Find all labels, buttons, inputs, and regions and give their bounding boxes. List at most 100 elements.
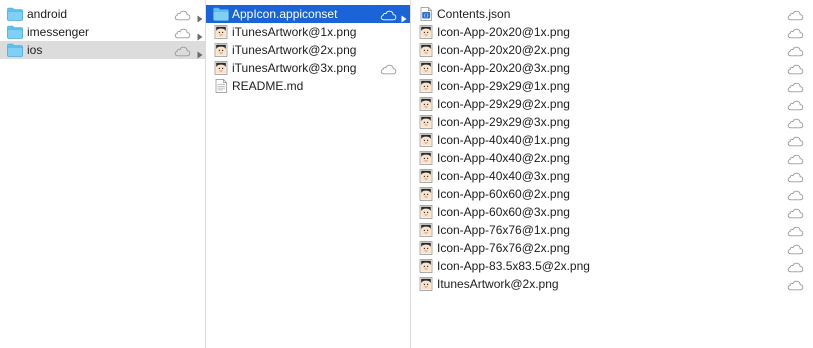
column-3-list: {} Contents.json Icon-App-20x20@1x.png I… — [411, 0, 813, 293]
item-label: Icon-App-29x29@1x.png — [437, 79, 570, 93]
item-label: README.md — [232, 79, 304, 93]
file-row[interactable]: Icon-App-29x29@1x.png — [411, 77, 813, 95]
disclosure-chevron-icon — [197, 28, 203, 41]
image-thumbnail-icon — [418, 277, 434, 291]
item-label: Icon-App-83.5x83.5@2x.png — [437, 259, 590, 273]
image-thumbnail-icon — [213, 25, 229, 39]
image-thumbnail-icon — [418, 151, 434, 165]
folder-row[interactable]: android — [0, 5, 205, 23]
icloud-status-icon — [787, 224, 804, 237]
disclosure-chevron-icon — [401, 10, 407, 23]
icloud-status-icon — [787, 116, 804, 129]
icloud-status-icon — [787, 134, 804, 147]
icloud-status-icon — [787, 278, 804, 291]
icloud-status-icon — [787, 188, 804, 201]
icloud-status-icon — [174, 44, 191, 57]
image-thumbnail-icon — [418, 259, 434, 273]
image-thumbnail-icon — [418, 187, 434, 201]
icloud-status-icon — [174, 8, 191, 21]
image-thumbnail-icon — [213, 43, 229, 57]
item-label: Icon-App-20x20@3x.png — [437, 61, 570, 75]
item-label: ItunesArtwork@2x.png — [437, 277, 559, 291]
file-row[interactable]: Icon-App-60x60@2x.png — [411, 185, 813, 203]
item-label: Icon-App-60x60@3x.png — [437, 205, 570, 219]
file-row[interactable]: iTunesArtwork@2x.png — [206, 41, 410, 59]
item-label: Icon-App-76x76@2x.png — [437, 241, 570, 255]
finder-column-browser: android imessenger ios AppIcon.appiconse… — [0, 0, 813, 348]
column-1-list: android imessenger ios — [0, 0, 205, 59]
image-thumbnail-icon — [418, 223, 434, 237]
image-thumbnail-icon — [418, 61, 434, 75]
json-document-icon: {} — [418, 7, 434, 21]
image-thumbnail-icon — [418, 205, 434, 219]
image-thumbnail-icon — [418, 97, 434, 111]
file-row[interactable]: iTunesArtwork@1x.png — [206, 23, 410, 41]
image-thumbnail-icon — [418, 25, 434, 39]
icloud-status-icon — [787, 8, 804, 21]
icloud-status-icon — [787, 170, 804, 183]
column-2-list: AppIcon.appiconset iTunesArtwork@1x.png … — [206, 0, 410, 95]
item-label: AppIcon.appiconset — [232, 7, 338, 21]
folder-icon — [7, 25, 23, 39]
file-row[interactable]: {} Contents.json — [411, 5, 813, 23]
svg-text:{}: {} — [424, 13, 430, 19]
image-thumbnail-icon — [418, 169, 434, 183]
icloud-status-icon — [787, 26, 804, 39]
disclosure-chevron-icon — [197, 46, 203, 59]
icloud-status-icon — [787, 44, 804, 57]
folder-row[interactable]: imessenger — [0, 23, 205, 41]
column-3[interactable]: {} Contents.json Icon-App-20x20@1x.png I… — [411, 0, 813, 348]
item-label: iTunesArtwork@3x.png — [232, 61, 357, 75]
disclosure-chevron-icon — [197, 10, 203, 23]
file-row[interactable]: iTunesArtwork@3x.png — [206, 59, 410, 77]
file-row[interactable]: Icon-App-29x29@2x.png — [411, 95, 813, 113]
icloud-status-icon — [380, 62, 397, 75]
icloud-status-icon — [174, 26, 191, 39]
icloud-status-icon — [787, 62, 804, 75]
image-thumbnail-icon — [213, 61, 229, 75]
file-row[interactable]: Icon-App-83.5x83.5@2x.png — [411, 257, 813, 275]
image-thumbnail-icon — [418, 133, 434, 147]
folder-row[interactable]: ios — [0, 41, 205, 59]
item-label: Icon-App-20x20@2x.png — [437, 43, 570, 57]
item-label: Icon-App-29x29@3x.png — [437, 115, 570, 129]
text-document-icon — [213, 79, 229, 93]
image-thumbnail-icon — [418, 115, 434, 129]
folder-icon — [7, 7, 23, 21]
file-row[interactable]: Icon-App-20x20@2x.png — [411, 41, 813, 59]
item-label: iTunesArtwork@2x.png — [232, 43, 357, 57]
item-label: Icon-App-76x76@1x.png — [437, 223, 570, 237]
icloud-status-icon — [787, 98, 804, 111]
item-label: Icon-App-29x29@2x.png — [437, 97, 570, 111]
image-thumbnail-icon — [418, 241, 434, 255]
item-label: Icon-App-60x60@2x.png — [437, 187, 570, 201]
folder-icon — [213, 7, 229, 21]
file-row[interactable]: Icon-App-29x29@3x.png — [411, 113, 813, 131]
column-1[interactable]: android imessenger ios — [0, 0, 206, 348]
item-label: Icon-App-40x40@2x.png — [437, 151, 570, 165]
file-row[interactable]: ItunesArtwork@2x.png — [411, 275, 813, 293]
image-thumbnail-icon — [418, 43, 434, 57]
folder-icon — [7, 43, 23, 57]
file-row[interactable]: Icon-App-40x40@3x.png — [411, 167, 813, 185]
file-row[interactable]: Icon-App-60x60@3x.png — [411, 203, 813, 221]
file-row[interactable]: Icon-App-76x76@1x.png — [411, 221, 813, 239]
file-row[interactable]: Icon-App-40x40@2x.png — [411, 149, 813, 167]
icloud-status-icon — [787, 80, 804, 93]
icloud-status-icon — [787, 206, 804, 219]
item-label: Contents.json — [437, 7, 511, 21]
file-row[interactable]: README.md — [206, 77, 410, 95]
file-row[interactable]: Icon-App-20x20@3x.png — [411, 59, 813, 77]
folder-row[interactable]: AppIcon.appiconset — [206, 5, 410, 23]
icloud-status-icon — [787, 152, 804, 165]
icloud-status-icon — [787, 242, 804, 255]
file-row[interactable]: Icon-App-76x76@2x.png — [411, 239, 813, 257]
icloud-status-icon — [787, 260, 804, 273]
file-row[interactable]: Icon-App-20x20@1x.png — [411, 23, 813, 41]
item-label: Icon-App-20x20@1x.png — [437, 25, 570, 39]
item-label: Icon-App-40x40@3x.png — [437, 169, 570, 183]
item-label: iTunesArtwork@1x.png — [232, 25, 357, 39]
file-row[interactable]: Icon-App-40x40@1x.png — [411, 131, 813, 149]
column-2[interactable]: AppIcon.appiconset iTunesArtwork@1x.png … — [206, 0, 411, 348]
item-label: ios — [27, 43, 43, 57]
